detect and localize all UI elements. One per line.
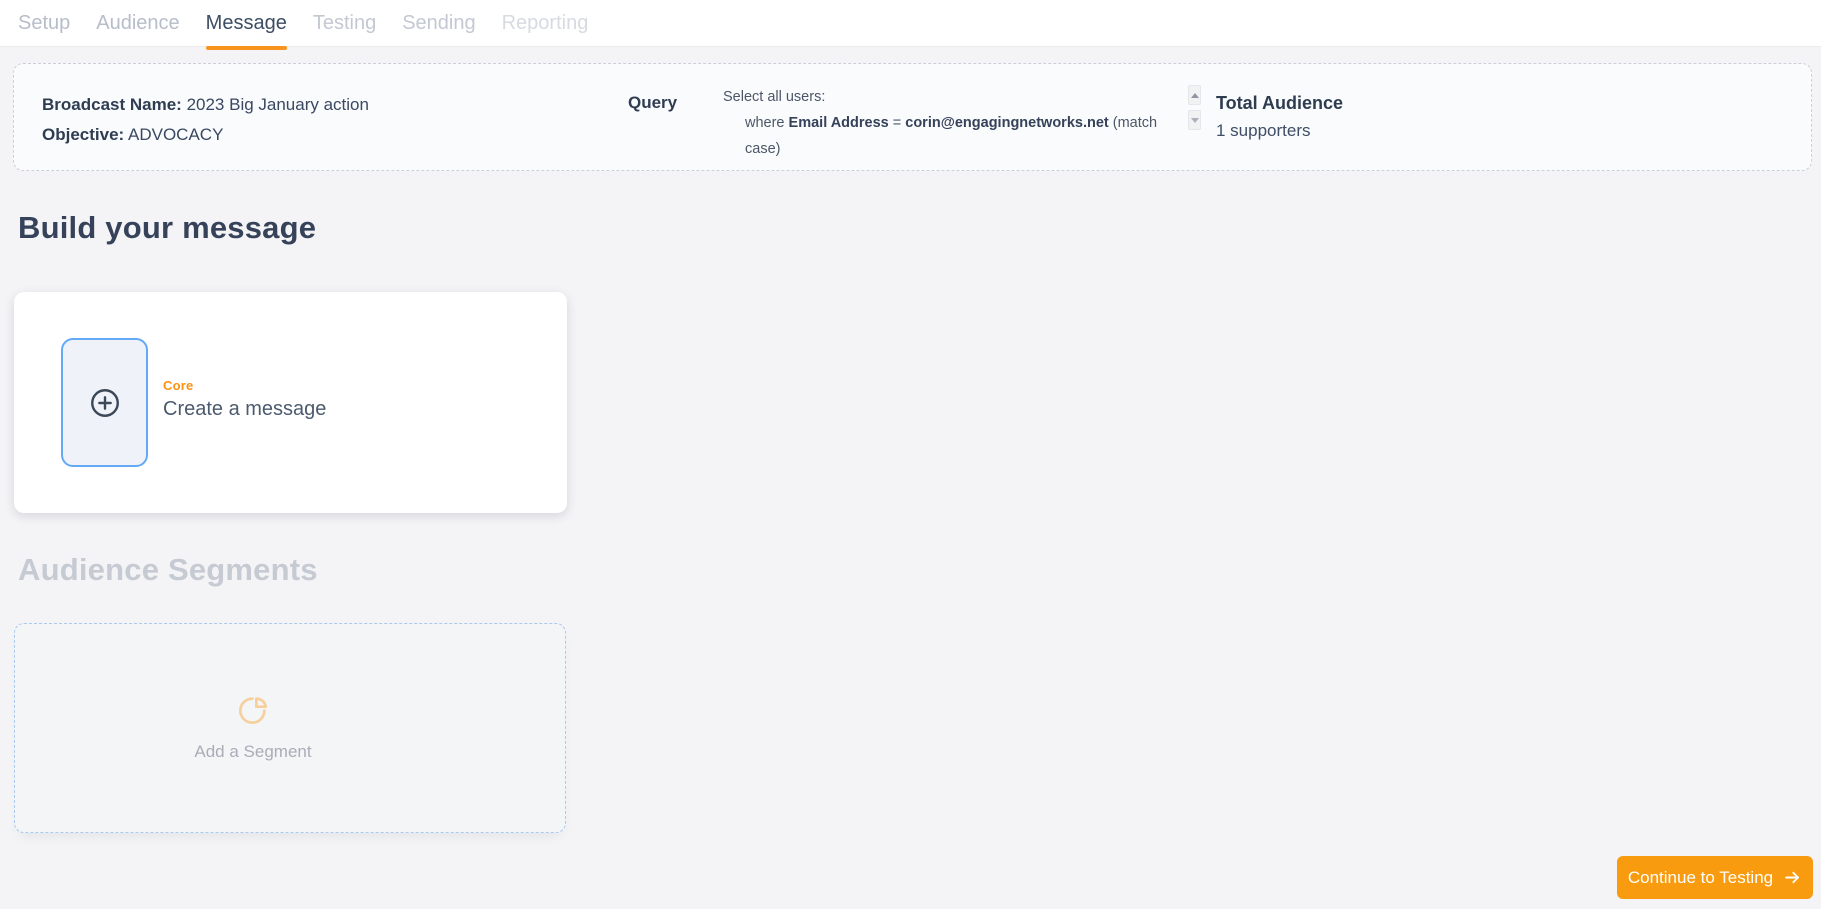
- build-section-title: Build your message: [18, 210, 316, 246]
- query-equals: =: [893, 115, 901, 131]
- add-segment-dropzone[interactable]: Add a Segment: [14, 623, 566, 833]
- core-badge: Core: [163, 378, 326, 393]
- query-value: corin@engagingnetworks.net: [905, 115, 1108, 131]
- scroll-up-button[interactable]: [1188, 85, 1201, 105]
- broadcast-name-value: 2023 Big January action: [187, 95, 369, 114]
- objective-label: Objective:: [42, 125, 124, 144]
- query-text[interactable]: Select all users: where Email Address = …: [723, 84, 1183, 162]
- tab-setup[interactable]: Setup: [18, 0, 70, 47]
- tab-message[interactable]: Message: [206, 0, 287, 47]
- tab-reporting[interactable]: Reporting: [502, 0, 589, 47]
- tab-testing[interactable]: Testing: [313, 0, 376, 47]
- objective-value: ADVOCACY: [128, 125, 223, 144]
- segments-section-title: Audience Segments: [18, 552, 318, 588]
- plus-circle-icon: [88, 386, 122, 420]
- scroll-up-icon: [1191, 93, 1199, 98]
- query-field: Email Address: [789, 115, 889, 131]
- create-message-text: Core Create a message: [163, 378, 326, 421]
- create-message-card[interactable]: Core Create a message: [14, 292, 567, 513]
- total-audience-value: 1 supporters: [1216, 121, 1343, 141]
- query-line1: Select all users:: [723, 84, 1183, 110]
- broadcast-name-row: Broadcast Name: 2023 Big January action: [42, 90, 369, 120]
- create-message-tile[interactable]: [61, 338, 148, 467]
- tab-sending[interactable]: Sending: [402, 0, 475, 47]
- broadcast-summary-band: Broadcast Name: 2023 Big January action …: [13, 63, 1812, 171]
- objective-row: Objective: ADVOCACY: [42, 120, 369, 150]
- continue-button-label: Continue to Testing: [1628, 868, 1773, 888]
- add-segment-label: Add a Segment: [194, 742, 311, 762]
- create-message-label: Create a message: [163, 398, 326, 421]
- pie-chart-icon: [237, 694, 269, 726]
- top-nav: Setup Audience Message Testing Sending R…: [0, 0, 1821, 47]
- broadcast-name-label: Broadcast Name:: [42, 95, 182, 114]
- broadcast-info: Broadcast Name: 2023 Big January action …: [42, 90, 369, 150]
- total-audience-label: Total Audience: [1216, 93, 1343, 114]
- scroll-down-icon: [1191, 118, 1199, 123]
- query-scrollbar[interactable]: [1188, 85, 1201, 130]
- query-where: where: [745, 115, 785, 131]
- scroll-down-button[interactable]: [1188, 110, 1201, 130]
- tab-audience[interactable]: Audience: [96, 0, 179, 47]
- continue-to-testing-button[interactable]: Continue to Testing: [1617, 856, 1813, 899]
- query-label: Query: [628, 93, 677, 113]
- arrow-right-icon: [1783, 868, 1802, 887]
- total-audience: Total Audience 1 supporters: [1216, 93, 1343, 141]
- query-line2: where Email Address = corin@engagingnetw…: [723, 110, 1183, 162]
